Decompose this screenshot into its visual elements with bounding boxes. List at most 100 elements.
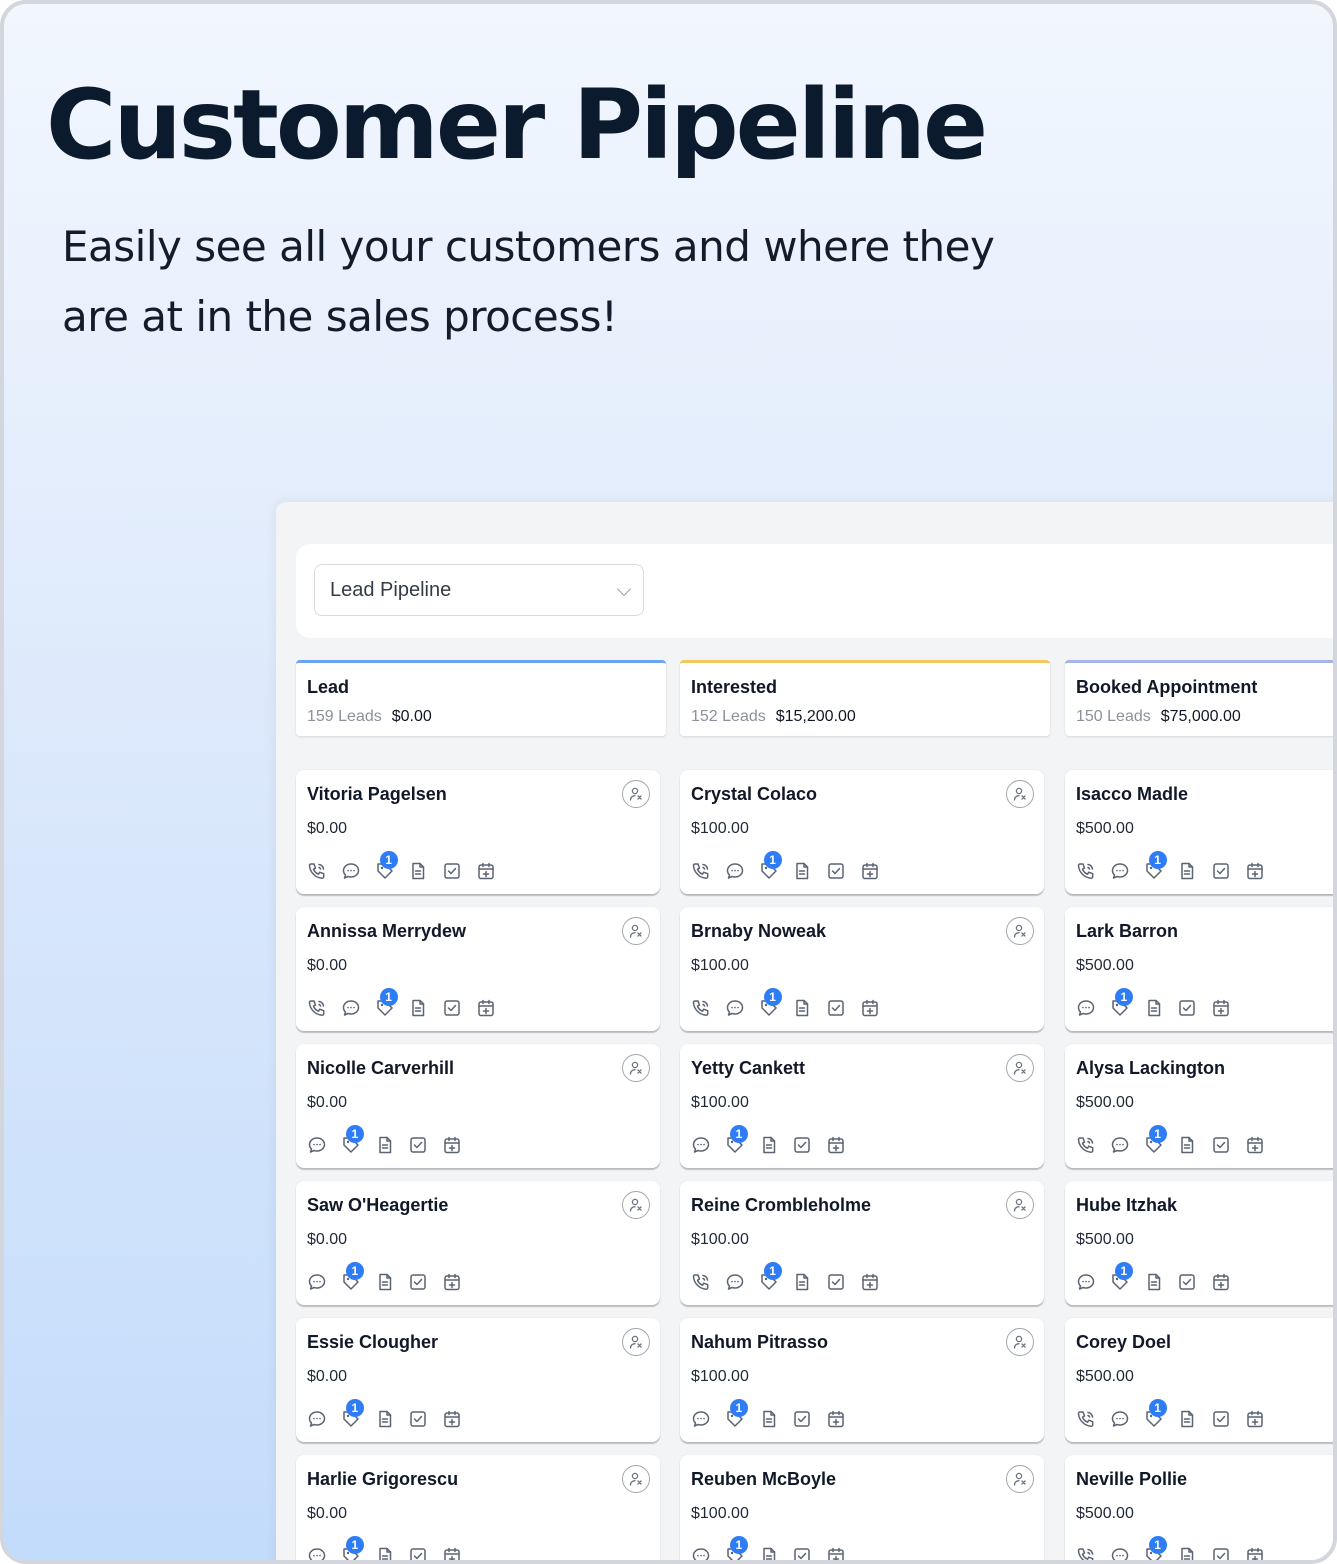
chat-icon[interactable] [1109, 860, 1131, 882]
doc-icon[interactable] [1176, 1134, 1198, 1156]
check-icon[interactable] [791, 1408, 813, 1430]
check-icon[interactable] [825, 1271, 847, 1293]
calendar-icon[interactable] [825, 1545, 847, 1560]
check-icon[interactable] [407, 1408, 429, 1430]
lead-card[interactable]: Brnaby Noweak $100.00 1 [680, 907, 1044, 1031]
doc-icon[interactable] [374, 1134, 396, 1156]
assign-owner-icon[interactable] [1006, 917, 1034, 945]
tag-icon[interactable]: 1 [374, 851, 398, 882]
assign-owner-icon[interactable] [1006, 1054, 1034, 1082]
assign-owner-icon[interactable] [622, 1054, 650, 1082]
doc-icon[interactable] [1143, 997, 1165, 1019]
lead-name[interactable]: Vitoria Pagelsen [307, 784, 447, 805]
check-icon[interactable] [441, 997, 463, 1019]
tag-icon[interactable]: 1 [340, 1399, 364, 1430]
tag-icon[interactable]: 1 [724, 1125, 748, 1156]
lead-card[interactable]: Corey Doel $500.00 1 [1065, 1318, 1333, 1442]
lead-name[interactable]: Reuben McBoyle [691, 1469, 836, 1490]
lead-card[interactable]: Nicolle Carverhill $0.00 1 [296, 1044, 660, 1168]
calendar-icon[interactable] [825, 1408, 847, 1430]
lead-name[interactable]: Isacco Madle [1076, 784, 1188, 805]
tag-icon[interactable]: 1 [758, 851, 782, 882]
lead-card[interactable]: Nahum Pitrasso $100.00 1 [680, 1318, 1044, 1442]
calendar-icon[interactable] [859, 1271, 881, 1293]
doc-icon[interactable] [374, 1271, 396, 1293]
lead-name[interactable]: Nicolle Carverhill [307, 1058, 454, 1079]
lead-name[interactable]: Nahum Pitrasso [691, 1332, 828, 1353]
assign-owner-icon[interactable] [622, 1191, 650, 1219]
lead-card[interactable]: Crystal Colaco $100.00 1 [680, 770, 1044, 894]
check-icon[interactable] [407, 1134, 429, 1156]
chat-icon[interactable] [724, 860, 746, 882]
lead-name[interactable]: Annissa Merrydew [307, 921, 466, 942]
lead-name[interactable]: Yetty Cankett [691, 1058, 805, 1079]
assign-owner-icon[interactable] [622, 780, 650, 808]
lead-card[interactable]: Neville Pollie $500.00 1 [1065, 1455, 1333, 1560]
doc-icon[interactable] [374, 1545, 396, 1560]
check-icon[interactable] [1210, 1134, 1232, 1156]
calendar-icon[interactable] [825, 1134, 847, 1156]
tag-icon[interactable]: 1 [340, 1262, 364, 1293]
chat-icon[interactable] [306, 1545, 328, 1560]
calendar-icon[interactable] [1244, 1134, 1266, 1156]
check-icon[interactable] [407, 1545, 429, 1560]
chat-icon[interactable] [690, 1134, 712, 1156]
lead-card[interactable]: Yetty Cankett $100.00 1 [680, 1044, 1044, 1168]
tag-icon[interactable]: 1 [1143, 1399, 1167, 1430]
calendar-icon[interactable] [1210, 1271, 1232, 1293]
check-icon[interactable] [825, 860, 847, 882]
phone-icon[interactable] [1075, 1408, 1097, 1430]
chat-icon[interactable] [340, 860, 362, 882]
tag-icon[interactable]: 1 [758, 1262, 782, 1293]
stage-header-lead[interactable]: Lead 159 Leads $0.00 [296, 660, 666, 736]
phone-icon[interactable] [306, 860, 328, 882]
chat-icon[interactable] [690, 1545, 712, 1560]
chat-icon[interactable] [724, 997, 746, 1019]
chat-icon[interactable] [1109, 1545, 1131, 1560]
doc-icon[interactable] [1176, 1545, 1198, 1560]
doc-icon[interactable] [758, 1134, 780, 1156]
chat-icon[interactable] [690, 1408, 712, 1430]
calendar-icon[interactable] [1244, 860, 1266, 882]
check-icon[interactable] [441, 860, 463, 882]
doc-icon[interactable] [758, 1408, 780, 1430]
doc-icon[interactable] [1143, 1271, 1165, 1293]
lead-card[interactable]: Hube Itzhak $500.00 1 [1065, 1181, 1333, 1305]
doc-icon[interactable] [407, 860, 429, 882]
lead-name[interactable]: Crystal Colaco [691, 784, 817, 805]
check-icon[interactable] [791, 1545, 813, 1560]
phone-icon[interactable] [306, 997, 328, 1019]
tag-icon[interactable]: 1 [1143, 851, 1167, 882]
check-icon[interactable] [1210, 1545, 1232, 1560]
phone-icon[interactable] [1075, 1134, 1097, 1156]
calendar-icon[interactable] [1210, 997, 1232, 1019]
tag-icon[interactable]: 1 [1109, 1262, 1133, 1293]
assign-owner-icon[interactable] [1006, 1465, 1034, 1493]
chat-icon[interactable] [340, 997, 362, 1019]
chat-icon[interactable] [306, 1134, 328, 1156]
tag-icon[interactable]: 1 [374, 988, 398, 1019]
chat-icon[interactable] [1075, 997, 1097, 1019]
lead-card[interactable]: Vitoria Pagelsen $0.00 1 [296, 770, 660, 894]
calendar-icon[interactable] [1244, 1408, 1266, 1430]
phone-icon[interactable] [690, 1271, 712, 1293]
calendar-icon[interactable] [475, 860, 497, 882]
chat-icon[interactable] [306, 1271, 328, 1293]
check-icon[interactable] [1176, 1271, 1198, 1293]
check-icon[interactable] [1176, 997, 1198, 1019]
calendar-icon[interactable] [1244, 1545, 1266, 1560]
assign-owner-icon[interactable] [622, 917, 650, 945]
lead-name[interactable]: Corey Doel [1076, 1332, 1171, 1353]
doc-icon[interactable] [791, 860, 813, 882]
check-icon[interactable] [1210, 1408, 1232, 1430]
phone-icon[interactable] [1075, 1545, 1097, 1560]
calendar-icon[interactable] [475, 997, 497, 1019]
doc-icon[interactable] [1176, 1408, 1198, 1430]
check-icon[interactable] [825, 997, 847, 1019]
calendar-icon[interactable] [859, 860, 881, 882]
assign-owner-icon[interactable] [622, 1465, 650, 1493]
stage-header-interested[interactable]: Interested 152 Leads $15,200.00 [680, 660, 1050, 736]
assign-owner-icon[interactable] [1006, 1328, 1034, 1356]
calendar-icon[interactable] [441, 1271, 463, 1293]
check-icon[interactable] [407, 1271, 429, 1293]
